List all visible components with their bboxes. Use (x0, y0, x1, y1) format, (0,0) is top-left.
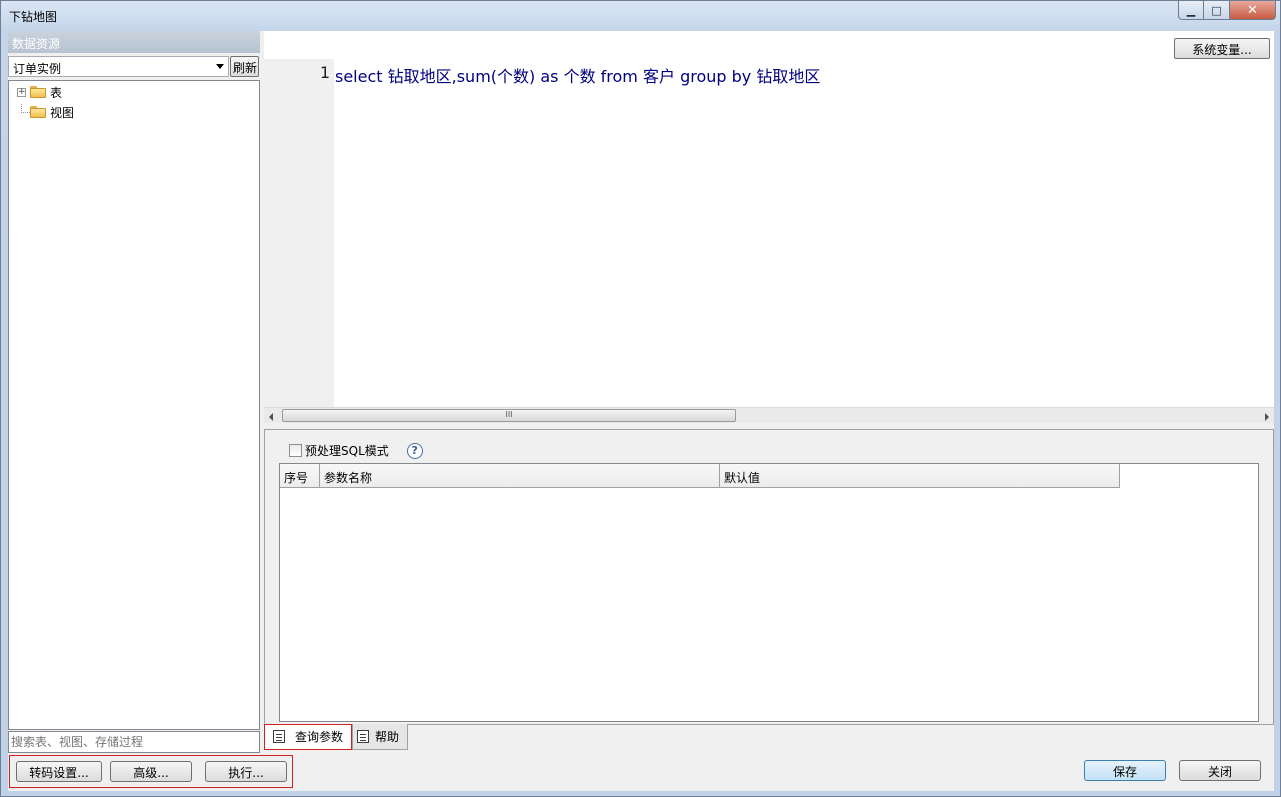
refresh-button[interactable]: 刷新 (230, 56, 259, 77)
document-icon (357, 730, 369, 743)
tree-item-tables[interactable]: + 表 (17, 83, 62, 101)
save-button[interactable]: 保存 (1084, 760, 1166, 781)
execute-button[interactable]: 执行... (205, 761, 287, 782)
dialog-client: 数据资源 订单实例 刷新 + 表 视图 系 (8, 31, 1274, 791)
column-header-index[interactable]: 序号 (280, 464, 320, 488)
document-icon (273, 730, 285, 743)
preprocess-sql-checkbox[interactable] (289, 444, 302, 457)
title-bar[interactable]: 下钻地图 ▁ □ ✕ (1, 1, 1280, 31)
horizontal-scrollbar[interactable]: III (264, 407, 1274, 423)
dialog-window: 下钻地图 ▁ □ ✕ 数据资源 订单实例 刷新 + 表 视图 搜索表、视图、存储… (0, 0, 1281, 797)
window-controls: ▁ □ ✕ (1178, 1, 1276, 21)
sql-editor[interactable]: 1 select 钻取地区,sum(个数) as 个数 from 客户 grou… (264, 59, 1274, 407)
datasource-header: 数据资源 (8, 31, 260, 53)
folder-icon (30, 86, 46, 98)
params-table[interactable]: 序号 参数名称 默认值 (279, 463, 1259, 722)
advanced-button[interactable]: 高级... (110, 761, 192, 782)
column-header-default[interactable]: 默认值 (720, 464, 1120, 488)
window-title: 下钻地图 (9, 10, 58, 24)
tree-item-views[interactable]: 视图 (17, 103, 74, 121)
chevron-down-icon[interactable] (216, 64, 224, 69)
datasource-pane: 数据资源 订单实例 刷新 + 表 视图 (8, 31, 260, 755)
minimize-button[interactable]: ▁ (1178, 1, 1204, 20)
tab-label: 查询参数 (295, 730, 344, 744)
panel-tabs: 查询参数 帮助 (264, 724, 408, 750)
tree-item-label: 视图 (50, 105, 75, 120)
preprocess-sql-option[interactable]: 预处理SQL模式 ? (289, 442, 423, 459)
maximize-button[interactable]: □ (1204, 1, 1230, 20)
close-button[interactable]: 关闭 (1179, 760, 1261, 781)
folder-icon (30, 106, 46, 118)
close-window-button[interactable]: ✕ (1230, 1, 1276, 20)
scrollbar-thumb[interactable]: III (282, 409, 736, 422)
column-header-name[interactable]: 参数名称 (320, 464, 720, 488)
resource-tree[interactable]: + 表 视图 (8, 80, 260, 730)
preprocess-sql-label: 预处理SQL模式 (305, 444, 389, 458)
datasource-select[interactable]: 订单实例 (8, 56, 229, 77)
scroll-right-icon[interactable] (1265, 413, 1269, 421)
tab-query-params[interactable]: 查询参数 (264, 724, 352, 750)
tree-connector (21, 103, 30, 113)
tab-help[interactable]: 帮助 (352, 724, 408, 750)
encoding-settings-button[interactable]: 转码设置... (16, 761, 102, 782)
sql-code-line[interactable]: select 钻取地区,sum(个数) as 个数 from 客户 group … (335, 63, 820, 87)
line-number: 1 (319, 63, 330, 82)
line-number-gutter: 1 (264, 59, 334, 407)
search-input[interactable] (8, 731, 260, 753)
tab-label: 帮助 (375, 730, 400, 744)
help-icon[interactable]: ? (406, 442, 423, 459)
datasource-select-value: 订单实例 (13, 62, 62, 76)
params-table-header: 序号 参数名称 默认值 (280, 464, 1120, 488)
scroll-left-icon[interactable] (269, 413, 273, 421)
query-params-panel: 预处理SQL模式 ? 序号 参数名称 默认值 (264, 429, 1274, 725)
sql-editor-area: 系统变量... 1 select 钻取地区,sum(个数) as 个数 from… (264, 31, 1274, 423)
tree-item-label: 表 (50, 85, 63, 100)
expand-icon[interactable]: + (17, 87, 26, 97)
system-variables-button[interactable]: 系统变量... (1174, 38, 1270, 59)
